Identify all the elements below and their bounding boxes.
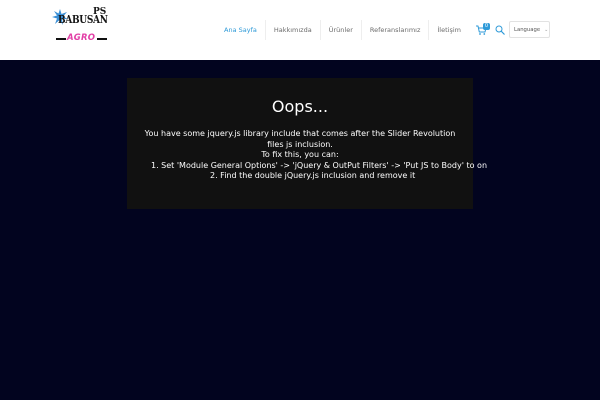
nav-item-hakkimizda[interactable]: Hakkımızda bbox=[274, 0, 312, 60]
search-icon[interactable] bbox=[495, 25, 505, 35]
language-select[interactable]: Language ⌄ bbox=[509, 21, 550, 38]
logo-divider-right bbox=[97, 38, 107, 40]
language-select-label: Language bbox=[514, 26, 541, 33]
error-line-fix-intro: To fix this, you can: bbox=[261, 150, 339, 159]
nav-divider bbox=[360, 20, 362, 40]
nav-item-ana-sayfa[interactable]: Ana Sayfa bbox=[224, 0, 257, 60]
error-title: Oops... bbox=[271, 97, 329, 116]
nav-divider bbox=[264, 20, 266, 40]
error-line-step-1: 1. Set 'Module General Options' -> 'jQue… bbox=[151, 160, 488, 170]
error-line-description: You have some jquery.js library include … bbox=[144, 129, 456, 149]
cart-count-badge: 0 bbox=[483, 23, 490, 30]
chevron-down-icon: ⌄ bbox=[544, 26, 549, 33]
main-nav: Ana Sayfa Hakkımızda Ürünler Referanslar… bbox=[224, 0, 461, 60]
nav-divider bbox=[428, 20, 430, 40]
slider-error-box: Oops... You have some jquery.js library … bbox=[127, 78, 488, 209]
nav-divider bbox=[319, 20, 321, 40]
site-logo[interactable]: BABUSAN PS AGRO bbox=[52, 8, 112, 46]
error-message: You have some jquery.js library include … bbox=[141, 129, 488, 182]
site-header: BABUSAN PS AGRO Ana Sayfa Hakkımızda Ürü… bbox=[0, 0, 600, 60]
logo-brand-suffix: PS bbox=[93, 7, 107, 17]
logo-sub-text: AGRO bbox=[67, 33, 96, 43]
logo-divider-left bbox=[56, 38, 66, 40]
nav-item-iletisim[interactable]: İletişim bbox=[437, 0, 461, 60]
error-line-step-2: 2. Find the double jQuery.js inclusion a… bbox=[210, 171, 416, 180]
nav-item-referanslarimiz[interactable]: Referanslarımız bbox=[370, 0, 421, 60]
nav-item-urunler[interactable]: Ürünler bbox=[329, 0, 353, 60]
